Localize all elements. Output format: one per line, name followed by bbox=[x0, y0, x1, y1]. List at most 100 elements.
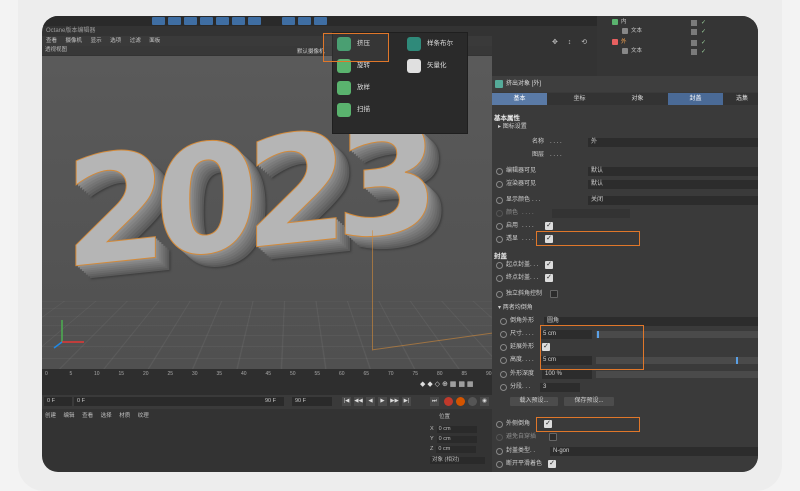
animation-dot-icon[interactable] bbox=[500, 371, 507, 378]
goto-end-button[interactable]: ⏭ bbox=[430, 397, 439, 406]
animation-dot-icon[interactable] bbox=[496, 181, 503, 188]
segments-field[interactable]: 3 bbox=[540, 383, 580, 392]
coord-y-field[interactable]: 0 cm bbox=[436, 436, 477, 443]
visibility-toggle[interactable] bbox=[691, 20, 697, 26]
tab-coordinates[interactable]: 坐标 bbox=[552, 93, 607, 105]
tab-caps[interactable]: 封盖 bbox=[668, 93, 723, 105]
name-field[interactable]: 外 bbox=[588, 138, 758, 147]
tab-selections[interactable]: 选集 bbox=[726, 93, 758, 105]
enabled-check-icon[interactable]: ✓ bbox=[701, 40, 707, 46]
popup-item-sweep[interactable]: 扫描 bbox=[357, 99, 370, 121]
popup-item-loft[interactable]: 放样 bbox=[357, 77, 370, 99]
animation-dot-icon[interactable] bbox=[500, 318, 507, 325]
cap-type-dropdown[interactable]: N-gon bbox=[550, 447, 758, 456]
menu-view[interactable]: 查看 bbox=[46, 38, 57, 44]
animation-dot-icon[interactable] bbox=[496, 461, 503, 468]
menu-display[interactable]: 显示 bbox=[91, 38, 102, 44]
load-preset-button[interactable]: 载入预设... bbox=[510, 397, 558, 406]
timeline-ruler[interactable]: 0 5 10 15 20 25 30 35 40 45 50 55 60 65 70 75 80 85 90 bbox=[42, 369, 492, 379]
toolbar-tool-icon[interactable] bbox=[168, 17, 181, 25]
tab-basic[interactable]: 基本 bbox=[492, 93, 547, 105]
toolbar-tool-icon[interactable] bbox=[200, 17, 213, 25]
animation-dot-icon[interactable] bbox=[496, 262, 503, 269]
record-icon[interactable] bbox=[444, 397, 453, 406]
visibility-toggle[interactable] bbox=[691, 40, 697, 46]
avoid-intersect-checkbox[interactable] bbox=[549, 433, 557, 441]
animation-dot-icon[interactable] bbox=[500, 357, 507, 364]
shape-depth-field[interactable]: 100 % bbox=[542, 370, 592, 379]
prev-key-button[interactable]: ◀◀ bbox=[354, 397, 363, 406]
coord-z-field[interactable]: 0 cm bbox=[436, 446, 477, 453]
menu-edit[interactable]: 编辑 bbox=[64, 413, 75, 419]
toolbar-tool-icon[interactable] bbox=[314, 17, 327, 25]
animation-dot-icon[interactable] bbox=[496, 223, 503, 230]
prev-frame-button[interactable]: ◀ bbox=[366, 397, 375, 406]
object-row-outer[interactable]: 外 bbox=[612, 38, 627, 47]
current-frame-field[interactable]: 0 F bbox=[44, 397, 72, 406]
menu-material[interactable]: 材质 bbox=[119, 413, 130, 419]
render-visible-dropdown[interactable]: 默认 bbox=[588, 180, 758, 189]
independent-fillet-checkbox[interactable] bbox=[550, 290, 558, 298]
end-frame-field[interactable]: 90 F bbox=[262, 397, 284, 406]
toolbar-tool-icon[interactable] bbox=[184, 17, 197, 25]
object-row-text[interactable]: 文本 bbox=[622, 27, 642, 36]
toolbar-tool-icon[interactable] bbox=[216, 17, 229, 25]
display-color-dropdown[interactable]: 关闭 bbox=[588, 196, 758, 205]
coord-x-field[interactable]: 0 cm bbox=[436, 426, 477, 433]
animation-dot-icon[interactable] bbox=[496, 197, 503, 204]
coord-mode-dropdown[interactable]: 对象 (相对) bbox=[430, 456, 485, 464]
animation-dot-icon[interactable] bbox=[496, 168, 503, 175]
animation-dot-icon[interactable] bbox=[496, 236, 503, 243]
menu-texture[interactable]: 纹理 bbox=[138, 413, 149, 419]
break-phong-checkbox[interactable]: ✓ bbox=[548, 460, 556, 468]
play-button[interactable]: ▶ bbox=[378, 397, 387, 406]
enable-checkbox[interactable]: ✓ bbox=[545, 222, 553, 230]
next-frame-button[interactable]: ▶▶ bbox=[390, 397, 399, 406]
visibility-toggle[interactable] bbox=[691, 29, 697, 35]
menu-panel[interactable]: 面板 bbox=[149, 38, 160, 44]
timeline[interactable]: 0 5 10 15 20 25 30 35 40 45 50 55 60 65 70 75 80 85 90 ◆ ◆… bbox=[42, 369, 492, 395]
save-preset-button[interactable]: 保存预设... bbox=[564, 397, 614, 406]
animation-dot-icon[interactable] bbox=[500, 331, 507, 338]
visibility-toggle[interactable] bbox=[691, 49, 697, 55]
menu-create[interactable]: 创建 bbox=[45, 413, 56, 419]
end-cap-checkbox[interactable]: ✓ bbox=[545, 274, 553, 282]
enabled-check-icon[interactable]: ✓ bbox=[701, 20, 707, 26]
enabled-check-icon[interactable]: ✓ bbox=[701, 29, 707, 35]
toolbar-tool-icon[interactable] bbox=[152, 17, 165, 25]
animation-dot-icon[interactable] bbox=[500, 344, 507, 351]
toolbar-tool-icon[interactable] bbox=[298, 17, 311, 25]
first-frame-button[interactable]: |◀ bbox=[342, 397, 351, 406]
toolbar-tool-icon[interactable] bbox=[282, 17, 295, 25]
animation-dot-icon[interactable] bbox=[496, 291, 503, 298]
camera-label[interactable]: 默认摄像机 bbox=[297, 47, 325, 55]
menu-view[interactable]: 查看 bbox=[82, 413, 93, 419]
tab-object[interactable]: 对象 bbox=[610, 93, 665, 105]
popup-item-vectorize[interactable]: 矢量化 bbox=[427, 55, 447, 77]
icon-settings-row[interactable]: ▸ 图标设置 bbox=[492, 122, 758, 133]
toolbar-tool-icon[interactable] bbox=[248, 17, 261, 25]
menu-camera[interactable]: 摄像机 bbox=[66, 38, 83, 44]
key-options-icon[interactable]: ◉ bbox=[480, 397, 489, 406]
editor-visible-dropdown[interactable]: 默认 bbox=[588, 167, 758, 176]
object-row-inner[interactable]: 内 bbox=[612, 18, 627, 27]
last-frame-button[interactable]: ▶| bbox=[402, 397, 411, 406]
menu-filter[interactable]: 过滤 bbox=[130, 38, 141, 44]
start-frame-field[interactable]: 0 F bbox=[74, 397, 284, 406]
keyframe-selection-icon[interactable] bbox=[468, 397, 477, 406]
animation-dot-icon[interactable] bbox=[496, 275, 503, 282]
animation-dot-icon[interactable] bbox=[500, 384, 507, 391]
both-fillet-row[interactable]: ▾ 两者均倒角 bbox=[492, 303, 758, 314]
start-cap-checkbox[interactable]: ✓ bbox=[545, 261, 553, 269]
menu-select[interactable]: 选择 bbox=[101, 413, 112, 419]
autokey-icon[interactable] bbox=[456, 397, 465, 406]
max-frame-field[interactable]: 90 F bbox=[292, 397, 332, 406]
popup-item-spline-boolean[interactable]: 样条布尔 bbox=[427, 33, 453, 55]
object-row-text[interactable]: 文本 bbox=[622, 47, 642, 56]
keyframe-tools[interactable]: ◆ ◆ ◇ ⊕ ▦ ▦ ▦ bbox=[420, 380, 474, 388]
enabled-check-icon[interactable]: ✓ bbox=[701, 49, 707, 55]
animation-dot-icon[interactable] bbox=[496, 421, 503, 428]
menu-options[interactable]: 选项 bbox=[110, 38, 121, 44]
shape-depth-slider[interactable] bbox=[596, 371, 758, 378]
toolbar-tool-icon[interactable] bbox=[232, 17, 245, 25]
